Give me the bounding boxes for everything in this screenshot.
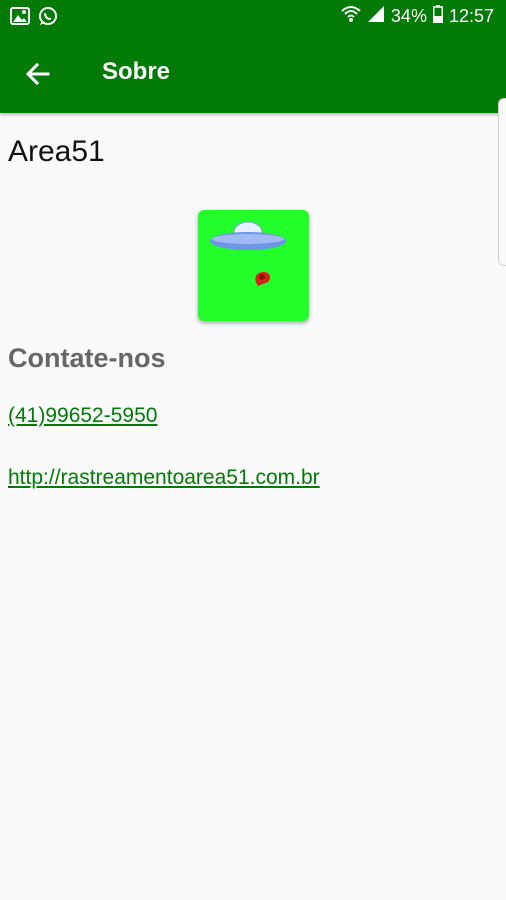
contact-heading: Contate-nos bbox=[8, 343, 166, 373]
back-button[interactable] bbox=[16, 54, 60, 98]
website-link[interactable]: http://rastreamentoarea51.com.br bbox=[8, 466, 320, 490]
app-logo bbox=[198, 210, 309, 321]
gallery-icon bbox=[10, 7, 30, 30]
app-name: Area51 bbox=[8, 135, 105, 168]
status-bar: 34% 12:57 bbox=[0, 0, 506, 36]
signal-icon bbox=[367, 5, 385, 28]
arrow-left-icon bbox=[25, 61, 51, 92]
whatsapp-icon bbox=[38, 6, 58, 31]
notification-icons bbox=[10, 6, 58, 31]
app-bar: Sobre bbox=[0, 36, 506, 113]
page-title: Sobre bbox=[102, 58, 171, 85]
system-indicators: 34% 12:57 bbox=[341, 5, 494, 28]
phone-link[interactable]: (41)99652-5950 bbox=[8, 404, 157, 428]
edge-panel-handle[interactable] bbox=[498, 98, 506, 266]
about-content: Area51 Contate-nos (41)99652-5950 http:/… bbox=[0, 113, 506, 900]
battery-percent: 34% bbox=[390, 6, 427, 26]
clock: 12:57 bbox=[448, 6, 494, 26]
wifi-icon bbox=[341, 5, 361, 28]
battery-icon bbox=[432, 5, 443, 28]
ufo-icon bbox=[210, 221, 286, 286]
